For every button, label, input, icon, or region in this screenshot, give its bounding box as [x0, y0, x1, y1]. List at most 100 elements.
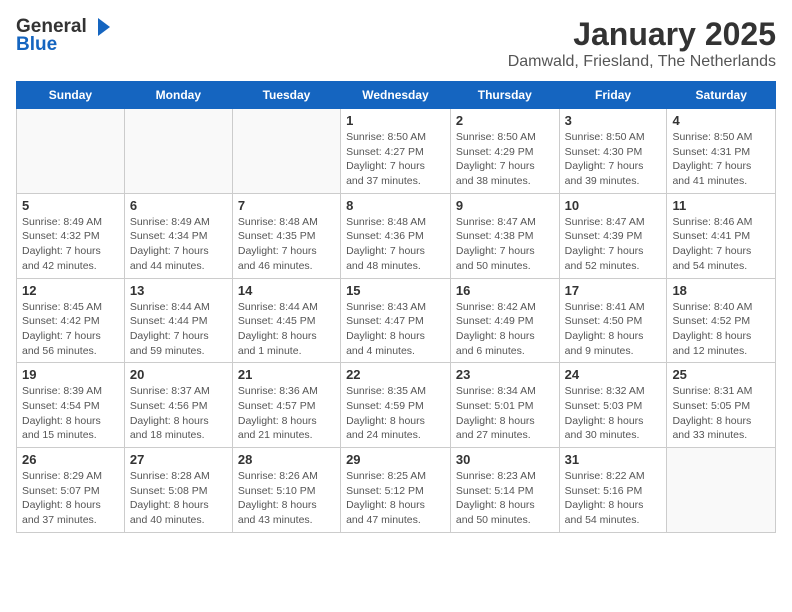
- calendar-cell: 26 Sunrise: 8:29 AMSunset: 5:07 PMDayligh…: [17, 448, 125, 533]
- day-number: 24: [565, 367, 662, 382]
- day-number: 29: [346, 452, 445, 467]
- calendar-cell: 21Sunrise: 8:36 AMSunset: 4:57 PMDayligh…: [232, 363, 340, 448]
- day-info: Sunrise: 8:44 AMSunset: 4:45 PMDaylight:…: [238, 300, 335, 359]
- day-header-monday: Monday: [124, 82, 232, 109]
- day-number: 26: [22, 452, 119, 467]
- title-section: January 2025 Damwald, Friesland, The Net…: [508, 16, 776, 71]
- calendar-cell: 3 Sunrise: 8:50 AMSunset: 4:30 PMDaylight…: [559, 109, 667, 194]
- day-number: 3: [565, 113, 662, 128]
- calendar-cell: 15Sunrise: 8:43 AMSunset: 4:47 PMDayligh…: [341, 278, 451, 363]
- logo: General Blue: [16, 16, 112, 56]
- calendar-cell: 1 Sunrise: 8:50 AMSunset: 4:27 PMDaylight…: [341, 109, 451, 194]
- day-info: Sunrise: 8:49 AMSunset: 4:32 PMDaylight:…: [22, 215, 119, 274]
- day-number: 6: [130, 198, 227, 213]
- day-number: 18: [672, 283, 770, 298]
- calendar-week-4: 26 Sunrise: 8:29 AMSunset: 5:07 PMDayligh…: [17, 448, 776, 533]
- calendar-cell: 8 Sunrise: 8:48 AMSunset: 4:36 PMDaylight…: [341, 193, 451, 278]
- calendar-cell: 30 Sunrise: 8:23 AMSunset: 5:14 PMDayligh…: [450, 448, 559, 533]
- day-number: 14: [238, 283, 335, 298]
- calendar-cell: 19Sunrise: 8:39 AMSunset: 4:54 PMDayligh…: [17, 363, 125, 448]
- month-title: January 2025: [508, 16, 776, 53]
- calendar-week-0: 1 Sunrise: 8:50 AMSunset: 4:27 PMDaylight…: [17, 109, 776, 194]
- day-number: 25: [672, 367, 770, 382]
- calendar-cell: 25 Sunrise: 8:31 AMSunset: 5:05 PMDayligh…: [667, 363, 776, 448]
- calendar-cell: 17 Sunrise: 8:41 AMSunset: 4:50 PMDayligh…: [559, 278, 667, 363]
- day-number: 4: [672, 113, 770, 128]
- logo-icon: [90, 16, 112, 38]
- day-number: 5: [22, 198, 119, 213]
- day-info: Sunrise: 8:45 AMSunset: 4:42 PMDaylight:…: [22, 300, 119, 359]
- calendar-cell: 6 Sunrise: 8:49 AMSunset: 4:34 PMDaylight…: [124, 193, 232, 278]
- day-header-thursday: Thursday: [450, 82, 559, 109]
- day-info: Sunrise: 8:42 AMSunset: 4:49 PMDaylight:…: [456, 300, 554, 359]
- day-info: Sunrise: 8:46 AMSunset: 4:41 PMDaylight:…: [672, 215, 770, 274]
- calendar-cell: 10 Sunrise: 8:47 AMSunset: 4:39 PMDayligh…: [559, 193, 667, 278]
- calendar-week-3: 19Sunrise: 8:39 AMSunset: 4:54 PMDayligh…: [17, 363, 776, 448]
- day-header-wednesday: Wednesday: [341, 82, 451, 109]
- day-info: Sunrise: 8:39 AMSunset: 4:54 PMDaylight:…: [22, 384, 119, 443]
- day-header-friday: Friday: [559, 82, 667, 109]
- calendar-cell: 24 Sunrise: 8:32 AMSunset: 5:03 PMDayligh…: [559, 363, 667, 448]
- calendar-cell: 23Sunrise: 8:34 AMSunset: 5:01 PMDayligh…: [450, 363, 559, 448]
- calendar-cell: 12 Sunrise: 8:45 AMSunset: 4:42 PMDayligh…: [17, 278, 125, 363]
- day-number: 10: [565, 198, 662, 213]
- day-info: Sunrise: 8:47 AMSunset: 4:39 PMDaylight:…: [565, 215, 662, 274]
- day-info: Sunrise: 8:23 AMSunset: 5:14 PMDaylight:…: [456, 469, 554, 528]
- day-number: 28: [238, 452, 335, 467]
- day-number: 12: [22, 283, 119, 298]
- calendar-cell: [232, 109, 340, 194]
- calendar-week-2: 12 Sunrise: 8:45 AMSunset: 4:42 PMDayligh…: [17, 278, 776, 363]
- day-info: Sunrise: 8:49 AMSunset: 4:34 PMDaylight:…: [130, 215, 227, 274]
- day-number: 31: [565, 452, 662, 467]
- day-info: Sunrise: 8:22 AMSunset: 5:16 PMDaylight:…: [565, 469, 662, 528]
- calendar-cell: 31 Sunrise: 8:22 AMSunset: 5:16 PMDayligh…: [559, 448, 667, 533]
- day-number: 1: [346, 113, 445, 128]
- day-info: Sunrise: 8:32 AMSunset: 5:03 PMDaylight:…: [565, 384, 662, 443]
- day-header-tuesday: Tuesday: [232, 82, 340, 109]
- day-info: Sunrise: 8:29 AMSunset: 5:07 PMDaylight:…: [22, 469, 119, 528]
- day-number: 16: [456, 283, 554, 298]
- day-number: 22: [346, 367, 445, 382]
- day-info: Sunrise: 8:47 AMSunset: 4:38 PMDaylight:…: [456, 215, 554, 274]
- day-info: Sunrise: 8:37 AMSunset: 4:56 PMDaylight:…: [130, 384, 227, 443]
- calendar-cell: [17, 109, 125, 194]
- calendar-cell: 13 Sunrise: 8:44 AMSunset: 4:44 PMDayligh…: [124, 278, 232, 363]
- calendar-cell: 16 Sunrise: 8:42 AMSunset: 4:49 PMDayligh…: [450, 278, 559, 363]
- day-info: Sunrise: 8:28 AMSunset: 5:08 PMDaylight:…: [130, 469, 227, 528]
- day-header-saturday: Saturday: [667, 82, 776, 109]
- day-info: Sunrise: 8:31 AMSunset: 5:05 PMDaylight:…: [672, 384, 770, 443]
- calendar-cell: [124, 109, 232, 194]
- day-number: 15: [346, 283, 445, 298]
- calendar-cell: 27Sunrise: 8:28 AMSunset: 5:08 PMDayligh…: [124, 448, 232, 533]
- day-info: Sunrise: 8:25 AMSunset: 5:12 PMDaylight:…: [346, 469, 445, 528]
- day-number: 17: [565, 283, 662, 298]
- day-info: Sunrise: 8:36 AMSunset: 4:57 PMDaylight:…: [238, 384, 335, 443]
- calendar-cell: 22Sunrise: 8:35 AMSunset: 4:59 PMDayligh…: [341, 363, 451, 448]
- day-number: 8: [346, 198, 445, 213]
- calendar-cell: 7 Sunrise: 8:48 AMSunset: 4:35 PMDaylight…: [232, 193, 340, 278]
- day-info: Sunrise: 8:44 AMSunset: 4:44 PMDaylight:…: [130, 300, 227, 359]
- day-info: Sunrise: 8:40 AMSunset: 4:52 PMDaylight:…: [672, 300, 770, 359]
- day-number: 2: [456, 113, 554, 128]
- day-number: 20: [130, 367, 227, 382]
- calendar-cell: 9Sunrise: 8:47 AMSunset: 4:38 PMDaylight…: [450, 193, 559, 278]
- day-info: Sunrise: 8:50 AMSunset: 4:27 PMDaylight:…: [346, 130, 445, 189]
- calendar-table: SundayMondayTuesdayWednesdayThursdayFrid…: [16, 81, 776, 533]
- day-number: 11: [672, 198, 770, 213]
- day-info: Sunrise: 8:48 AMSunset: 4:35 PMDaylight:…: [238, 215, 335, 274]
- day-number: 30: [456, 452, 554, 467]
- location-title: Damwald, Friesland, The Netherlands: [508, 53, 776, 71]
- calendar-cell: 20 Sunrise: 8:37 AMSunset: 4:56 PMDayligh…: [124, 363, 232, 448]
- days-header-row: SundayMondayTuesdayWednesdayThursdayFrid…: [17, 82, 776, 109]
- day-info: Sunrise: 8:26 AMSunset: 5:10 PMDaylight:…: [238, 469, 335, 528]
- day-info: Sunrise: 8:41 AMSunset: 4:50 PMDaylight:…: [565, 300, 662, 359]
- day-number: 13: [130, 283, 227, 298]
- day-info: Sunrise: 8:48 AMSunset: 4:36 PMDaylight:…: [346, 215, 445, 274]
- day-info: Sunrise: 8:34 AMSunset: 5:01 PMDaylight:…: [456, 384, 554, 443]
- calendar-cell: 29 Sunrise: 8:25 AMSunset: 5:12 PMDayligh…: [341, 448, 451, 533]
- day-info: Sunrise: 8:50 AMSunset: 4:30 PMDaylight:…: [565, 130, 662, 189]
- calendar-cell: [667, 448, 776, 533]
- day-number: 7: [238, 198, 335, 213]
- day-info: Sunrise: 8:50 AMSunset: 4:31 PMDaylight:…: [672, 130, 770, 189]
- calendar-cell: 14 Sunrise: 8:44 AMSunset: 4:45 PMDayligh…: [232, 278, 340, 363]
